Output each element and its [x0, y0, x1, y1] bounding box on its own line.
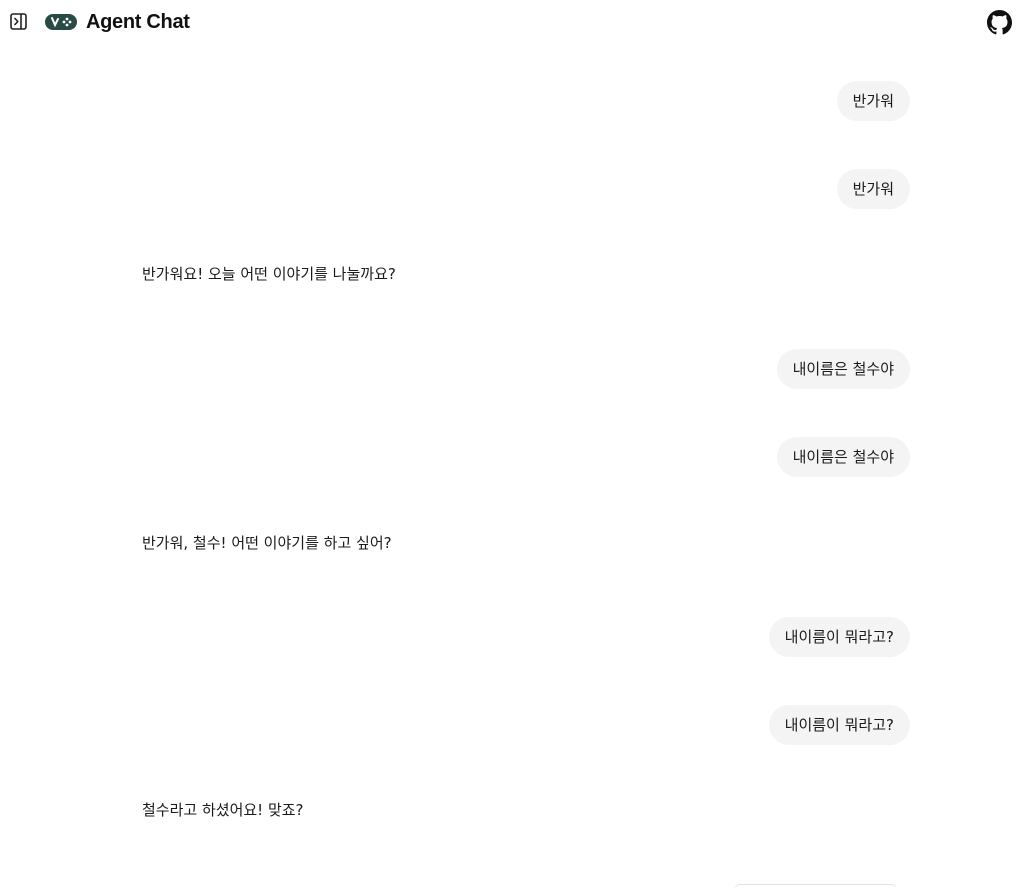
assistant-message: 반가워요! 오늘 어떤 이야기를 나눌까요?	[142, 265, 396, 283]
user-message: 반가워	[836, 81, 910, 121]
message-composer[interactable]	[734, 884, 897, 890]
user-message: 내이름은 철수야	[776, 349, 910, 389]
user-message: 내이름은 철수야	[776, 437, 910, 477]
assistant-message: 반가워, 철수! 어떤 이야기를 하고 싶어?	[142, 534, 392, 552]
assistant-message: 철수라고 하셨어요! 맞죠?	[142, 801, 304, 819]
user-message: 반가워	[836, 169, 910, 209]
user-message: 내이름이 뭐라고?	[768, 705, 910, 745]
message-list: 반가워 반가워 반가워요! 오늘 어떤 이야기를 나눌까요? 내이름은 철수야 …	[0, 0, 1026, 887]
user-message: 내이름이 뭐라고?	[768, 617, 910, 657]
